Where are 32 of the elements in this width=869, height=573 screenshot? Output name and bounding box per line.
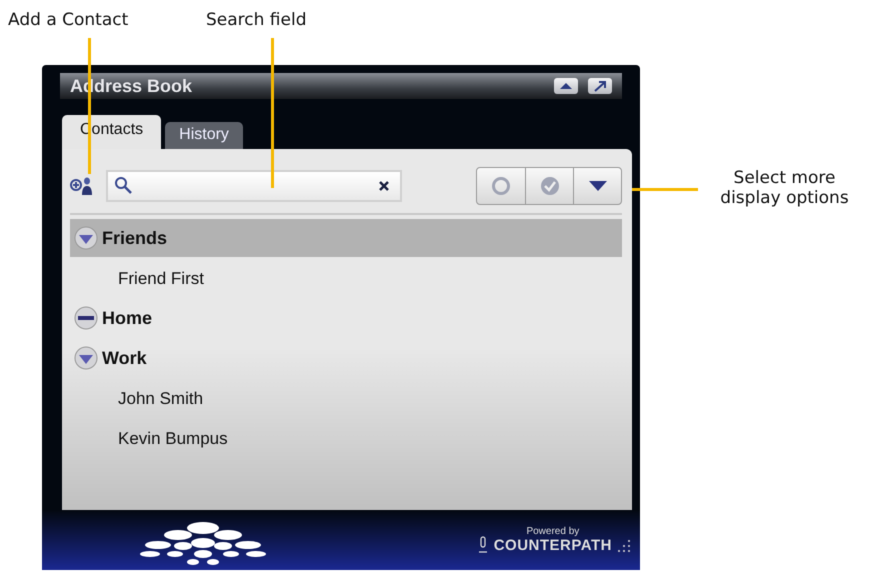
callout-label: Add a Contact bbox=[8, 10, 128, 30]
minus-icon[interactable] bbox=[74, 306, 98, 330]
microphone-icon bbox=[478, 536, 488, 554]
brand-name: COUNTERPATH bbox=[494, 537, 612, 554]
group-row[interactable]: Work bbox=[70, 339, 622, 377]
collapse-button[interactable] bbox=[554, 78, 578, 94]
search-field[interactable] bbox=[106, 170, 402, 202]
tab[interactable]: History bbox=[165, 122, 243, 149]
up-triangle-icon bbox=[559, 82, 573, 90]
pop-out-button[interactable] bbox=[588, 78, 612, 94]
diagonal-arrow-icon bbox=[593, 80, 607, 92]
add-contact-button[interactable] bbox=[70, 176, 94, 196]
clear-icon[interactable] bbox=[378, 180, 390, 192]
contact-name[interactable]: Friend First bbox=[70, 259, 622, 299]
callout-label: Select more display options bbox=[719, 168, 850, 208]
callout-label: Search field bbox=[206, 10, 306, 30]
powered-by-text: Powered by bbox=[526, 526, 580, 537]
circle-icon bbox=[491, 176, 511, 196]
down-triangle-icon bbox=[588, 180, 608, 192]
group-name: Work bbox=[102, 348, 147, 368]
leader-line bbox=[632, 188, 698, 191]
add-person-icon bbox=[70, 176, 94, 196]
group-row[interactable]: Friends bbox=[70, 219, 622, 257]
search-icon bbox=[114, 176, 134, 196]
contact-name[interactable]: John Smith bbox=[70, 379, 622, 419]
contact-name[interactable]: Kevin Bumpus bbox=[70, 419, 622, 459]
resize-grip-icon[interactable] bbox=[618, 538, 632, 554]
group-row[interactable]: Home bbox=[70, 299, 622, 337]
check-circle-icon bbox=[540, 176, 560, 196]
group-name: Home bbox=[102, 308, 152, 328]
group-name: Friends bbox=[102, 228, 168, 248]
dots-logo-icon bbox=[138, 522, 268, 568]
